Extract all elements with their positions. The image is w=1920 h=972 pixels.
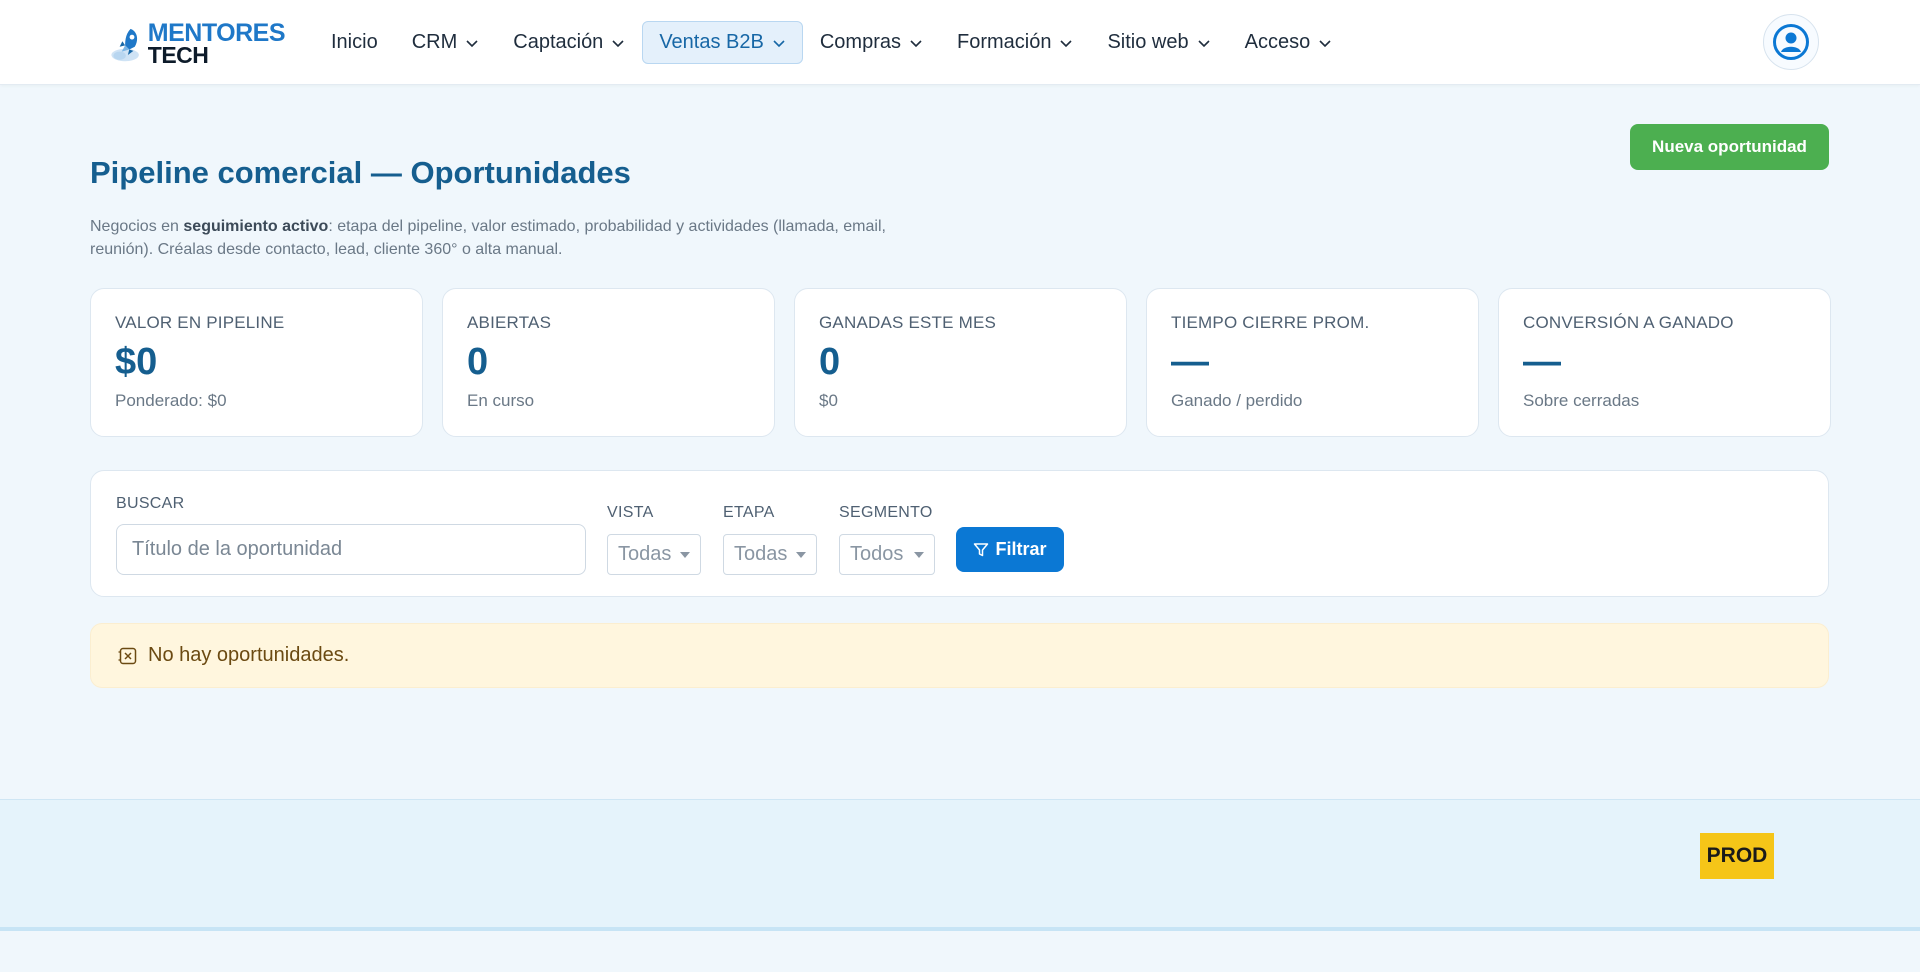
nav-item-label: Formación [956, 31, 1052, 53]
page-title: Pipeline comercial — Oportunidades [90, 155, 631, 190]
rocket-logo-icon [111, 28, 139, 62]
nav-item-label: CRM [411, 31, 458, 53]
stat-label: CONVERSIÓN A GANADO [1523, 313, 1734, 332]
caret-down-icon [680, 551, 690, 558]
segmento-label: SEGMENTO [839, 504, 933, 521]
brand-name-line1: MENTORES [147, 19, 286, 47]
user-circle-icon [1773, 24, 1809, 60]
stat-card-avg-close-time: TIEMPO CIERRE PROM. — Ganado / perdido [1146, 288, 1479, 437]
stat-subtext: Sobre cerradas [1523, 391, 1640, 410]
environment-badge: PROD [1700, 833, 1774, 879]
caret-down-icon [914, 551, 924, 558]
stat-card-conversion: CONVERSIÓN A GANADO — Sobre cerradas [1498, 288, 1831, 437]
nav-item-formacion[interactable]: Formación [940, 21, 1090, 64]
vista-label: VISTA [607, 504, 654, 521]
funnel-icon [974, 542, 989, 556]
nav-item-captacion[interactable]: Captación [496, 21, 642, 64]
nav-item-sitio-web[interactable]: Sitio web [1090, 21, 1227, 64]
etapa-label: ETAPA [723, 504, 775, 521]
stat-subtext: $0 [819, 391, 838, 410]
etapa-select[interactable]: Todas [723, 534, 817, 575]
stat-subtext: Ponderado: $0 [115, 391, 227, 410]
stat-card-open: ABIERTAS 0 En curso [442, 288, 775, 437]
nav-item-ventas-b2b[interactable]: Ventas B2B [642, 21, 803, 64]
vista-selected-value: Todas [618, 543, 672, 565]
chevron-down-icon [773, 39, 785, 47]
nav-item-inicio[interactable]: Inicio [314, 21, 395, 64]
description-prefix: Negocios en [90, 218, 184, 235]
description-bold: seguimiento activo [183, 218, 329, 235]
chevron-down-icon [910, 39, 922, 47]
nav-item-label: Captación [513, 31, 604, 53]
chevron-down-icon [1198, 39, 1210, 47]
nav-item-label: Sitio web [1107, 31, 1189, 53]
empty-state-alert: No hay oportunidades. [90, 623, 1829, 688]
chevron-down-icon [466, 39, 478, 47]
nav-item-label: Compras [819, 31, 901, 53]
page-description: Negocios en seguimiento activo: etapa de… [90, 215, 950, 261]
stat-label: GANADAS ESTE MES [819, 313, 997, 332]
bottom-strip [0, 931, 1920, 972]
top-navbar: MENTORES TECH Inicio CRM Captación Venta… [0, 0, 1920, 85]
empty-box-icon [118, 647, 137, 664]
stat-subtext: Ganado / perdido [1171, 391, 1303, 410]
filter-panel: BUSCAR VISTA Todas ETAPA Todas SEGMENTO … [90, 470, 1829, 597]
main-nav: Inicio CRM Captación Ventas B2B Compras … [314, 21, 1349, 64]
nav-item-label: Ventas B2B [659, 31, 764, 53]
nav-item-crm[interactable]: CRM [395, 21, 497, 64]
brand-logo-link[interactable]: MENTORES TECH [110, 18, 286, 70]
caret-down-icon [796, 551, 806, 558]
stat-card-won-this-month: GANADAS ESTE MES 0 $0 [794, 288, 1127, 437]
nav-item-compras[interactable]: Compras [803, 21, 940, 64]
nav-item-label: Inicio [331, 31, 378, 53]
stat-subtext: En curso [467, 391, 535, 410]
chevron-down-icon [612, 39, 624, 47]
brand-name-line2: TECH [147, 42, 209, 68]
page-footer: PROD [0, 799, 1920, 931]
stat-value: — [1171, 341, 1209, 383]
filter-button[interactable]: Filtrar [956, 527, 1064, 572]
stat-card-pipeline-value: VALOR EN PIPELINE $0 Ponderado: $0 [90, 288, 423, 437]
nav-item-label: Acceso [1244, 31, 1311, 53]
filter-button-label: Filtrar [995, 539, 1047, 559]
segmento-selected-value: Todos [850, 543, 904, 565]
etapa-selected-value: Todas [734, 543, 788, 565]
stat-label: VALOR EN PIPELINE [115, 313, 285, 332]
search-input[interactable] [116, 524, 586, 575]
vista-select[interactable]: Todas [607, 534, 701, 575]
stats-row: VALOR EN PIPELINE $0 Ponderado: $0 ABIER… [90, 288, 1831, 437]
stat-label: ABIERTAS [467, 313, 552, 332]
segmento-select[interactable]: Todos [839, 534, 935, 575]
user-menu-button[interactable] [1763, 14, 1819, 70]
chevron-down-icon [1319, 39, 1331, 47]
stat-label: TIEMPO CIERRE PROM. [1171, 313, 1370, 332]
stat-value: 0 [819, 341, 841, 383]
stat-value: $0 [115, 341, 158, 383]
empty-state-message: No hay oportunidades. [148, 644, 350, 666]
new-opportunity-button[interactable]: Nueva oportunidad [1630, 124, 1829, 170]
stat-value: 0 [467, 341, 489, 383]
nav-item-acceso[interactable]: Acceso [1228, 21, 1350, 64]
stat-value: — [1523, 341, 1561, 383]
chevron-down-icon [1060, 39, 1073, 47]
search-label: BUSCAR [116, 495, 185, 512]
